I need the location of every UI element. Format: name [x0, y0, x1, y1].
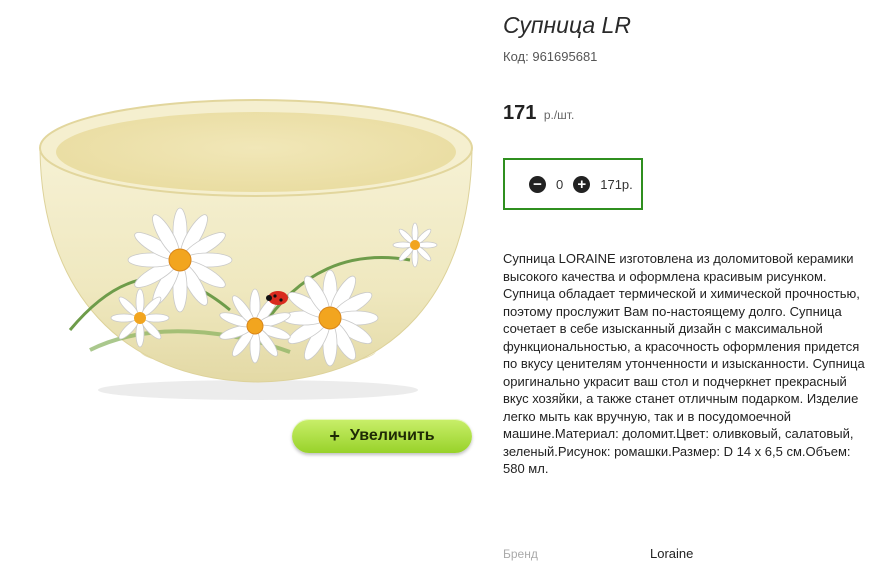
product-description: Супница LORAINE изготовлена из доломитов…: [503, 251, 865, 476]
product-title: Супница LR: [503, 12, 631, 38]
price-unit: р./шт.: [543, 108, 575, 122]
quantity-stepper: − 0 + 171р.: [503, 158, 643, 210]
zoom-button[interactable]: + Увеличить: [292, 419, 472, 453]
quantity-value: 0: [556, 176, 564, 192]
quantity-total: 171р.: [600, 176, 633, 192]
plus-circle-icon[interactable]: +: [573, 175, 591, 193]
price-value: 171: [503, 102, 537, 124]
product-image[interactable]: [30, 90, 480, 410]
plus-icon: +: [329, 425, 340, 446]
product-code: Код: 961695681: [503, 49, 597, 64]
zoom-button-label: Увеличить: [349, 427, 435, 444]
minus-circle-icon[interactable]: −: [529, 175, 546, 193]
product-price: 171 р./шт.: [503, 102, 574, 125]
product-code-label: Код:: [503, 49, 529, 64]
brand-row: Бренд Loraine: [503, 546, 693, 561]
product-code-value: 961695681: [532, 49, 598, 64]
soup-bowl-illustration: [39, 99, 473, 400]
brand-value: Loraine: [650, 546, 694, 561]
brand-label: Бренд: [503, 547, 538, 561]
